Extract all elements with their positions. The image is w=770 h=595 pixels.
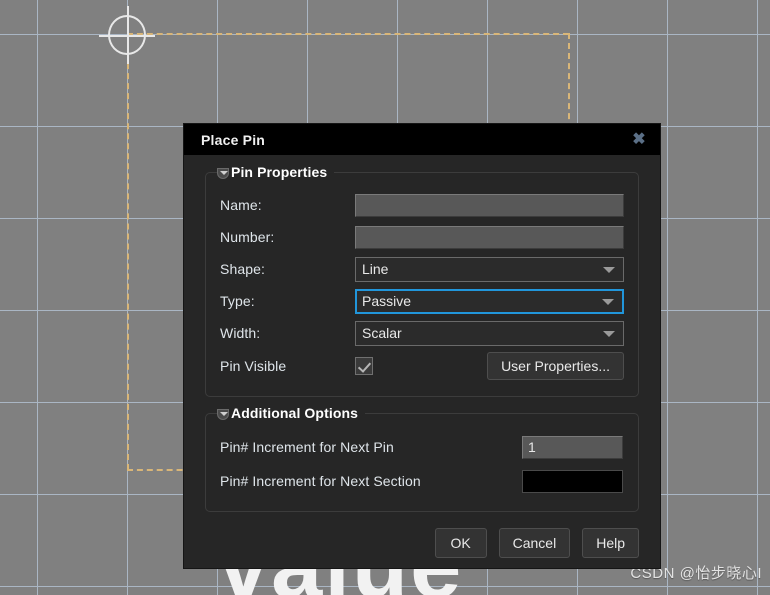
row-next-section: Pin# Increment for Next Section bbox=[220, 464, 624, 498]
user-properties-button[interactable]: User Properties... bbox=[487, 352, 624, 380]
ok-button[interactable]: OK bbox=[435, 528, 487, 558]
additional-options-legend: Additional Options bbox=[218, 405, 365, 421]
dialog-footer: OK Cancel Help bbox=[184, 528, 660, 558]
shape-select[interactable]: Line bbox=[355, 257, 624, 282]
row-next-pin: Pin# Increment for Next Pin 1 bbox=[220, 430, 624, 464]
cursor-crosshair-vertical bbox=[127, 6, 129, 64]
number-input[interactable] bbox=[355, 226, 624, 249]
type-label: Type: bbox=[220, 293, 355, 309]
name-input[interactable] bbox=[355, 194, 624, 217]
next-pin-input[interactable]: 1 bbox=[522, 436, 623, 459]
chevron-down-icon bbox=[603, 267, 615, 273]
name-label: Name: bbox=[220, 197, 355, 213]
guide-line-horizontal-top bbox=[127, 33, 569, 35]
dialog-body: Pin Properties Name: Number: Shape: Line bbox=[184, 155, 660, 512]
collapse-chevron-icon[interactable] bbox=[217, 168, 229, 179]
type-select-value: Passive bbox=[362, 293, 411, 309]
crosshair-circle-cursor bbox=[108, 15, 146, 55]
shape-label: Shape: bbox=[220, 261, 355, 277]
row-width: Width: Scalar bbox=[220, 317, 624, 349]
row-number: Number: bbox=[220, 221, 624, 253]
row-name: Name: bbox=[220, 189, 624, 221]
row-type: Type: Passive bbox=[220, 285, 624, 317]
additional-options-group: Additional Options Pin# Increment for Ne… bbox=[205, 413, 639, 512]
pin-properties-legend: Pin Properties bbox=[218, 164, 334, 180]
pin-visible-label: Pin Visible bbox=[220, 358, 355, 374]
chevron-down-icon bbox=[602, 299, 614, 305]
row-pin-visible: Pin Visible User Properties... bbox=[220, 349, 624, 383]
width-select-value: Scalar bbox=[362, 325, 402, 341]
additional-options-legend-label: Additional Options bbox=[231, 405, 358, 421]
pin-properties-legend-label: Pin Properties bbox=[231, 164, 327, 180]
pin-visible-checkbox[interactable] bbox=[355, 357, 373, 375]
pin-properties-group: Pin Properties Name: Number: Shape: Line bbox=[205, 172, 639, 397]
next-section-label: Pin# Increment for Next Section bbox=[220, 473, 522, 489]
collapse-chevron-icon[interactable] bbox=[217, 409, 229, 420]
next-section-input[interactable] bbox=[522, 470, 623, 493]
row-shape: Shape: Line bbox=[220, 253, 624, 285]
screen-root: value CSDN @怡步晓心I Place Pin ✖ Pin Proper… bbox=[0, 0, 770, 595]
close-icon[interactable]: ✖ bbox=[628, 129, 650, 149]
type-select[interactable]: Passive bbox=[355, 289, 624, 314]
help-button[interactable]: Help bbox=[582, 528, 639, 558]
dialog-titlebar[interactable]: Place Pin ✖ bbox=[184, 124, 660, 155]
width-label: Width: bbox=[220, 325, 355, 341]
width-select[interactable]: Scalar bbox=[355, 321, 624, 346]
place-pin-dialog: Place Pin ✖ Pin Properties Name: Number: bbox=[184, 124, 660, 568]
guide-line-vertical-left bbox=[127, 33, 129, 470]
dialog-title: Place Pin bbox=[201, 132, 265, 148]
chevron-down-icon bbox=[603, 331, 615, 337]
number-label: Number: bbox=[220, 229, 355, 245]
shape-select-value: Line bbox=[362, 261, 388, 277]
cancel-button[interactable]: Cancel bbox=[499, 528, 571, 558]
next-pin-label: Pin# Increment for Next Pin bbox=[220, 439, 522, 455]
